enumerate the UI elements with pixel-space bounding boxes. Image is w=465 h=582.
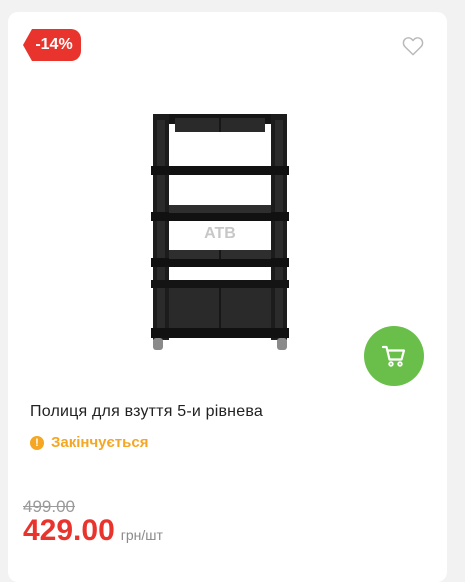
price-row: 429.00 грн/шт — [23, 514, 163, 548]
discount-badge: -14% — [23, 29, 81, 61]
exclamation-circle-icon: ! — [30, 435, 44, 450]
shopping-cart-icon — [381, 345, 406, 367]
price-unit: грн/шт — [120, 527, 163, 543]
current-price: 429.00 — [23, 514, 115, 547]
watermark-text: ATB — [204, 225, 236, 242]
heart-outline-icon — [402, 37, 424, 56]
stock-status: ! Закінчується — [30, 434, 148, 451]
product-title[interactable]: Полиця для взуття 5-и рівнева — [30, 403, 263, 421]
stock-status-text: Закінчується — [51, 434, 149, 451]
discount-badge-label: -14% — [35, 36, 73, 53]
add-to-cart-button[interactable] — [364, 326, 424, 386]
favorite-button[interactable] — [402, 36, 424, 56]
product-image[interactable]: ATB — [145, 110, 295, 354]
